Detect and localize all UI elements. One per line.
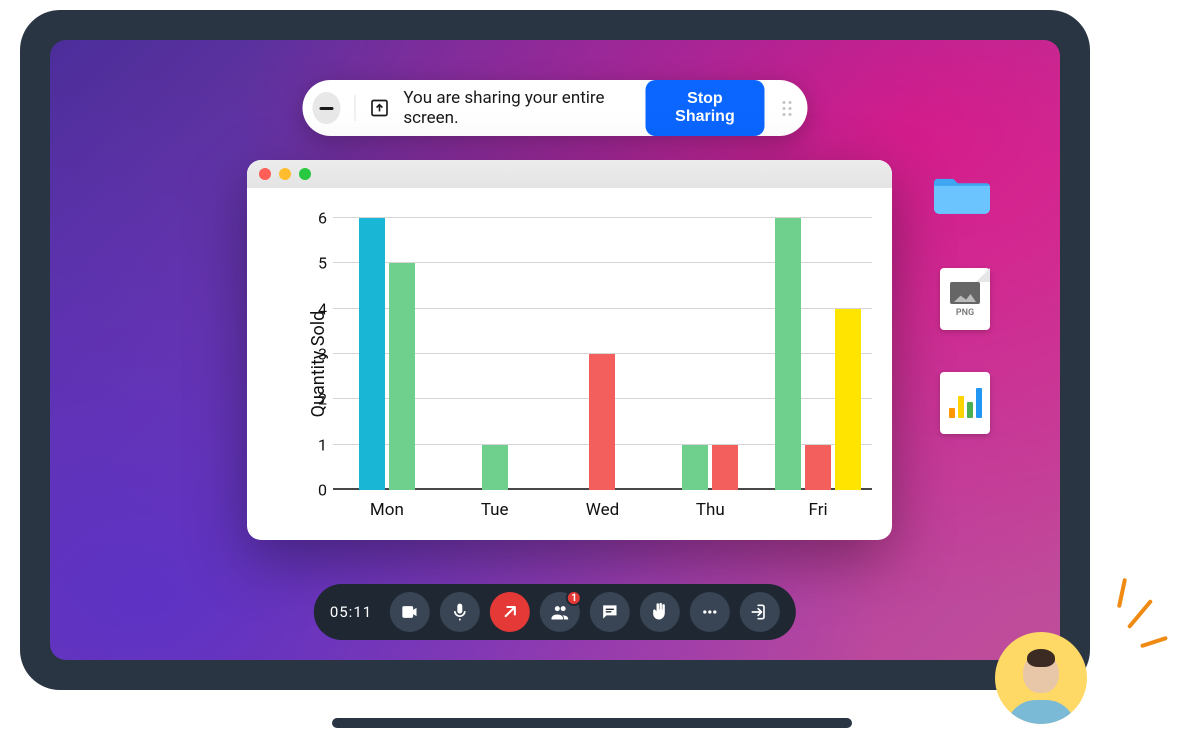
xtick-label: Tue bbox=[441, 500, 549, 524]
participants-badge: 1 bbox=[566, 590, 582, 606]
bar bbox=[389, 263, 415, 490]
ytick-label: 4 bbox=[311, 299, 327, 318]
xtick-label: Fri bbox=[764, 500, 872, 524]
bar-group bbox=[549, 218, 657, 490]
window-titlebar[interactable] bbox=[247, 160, 892, 188]
arrow-up-right-icon bbox=[500, 602, 520, 622]
bar-group bbox=[333, 218, 441, 490]
microphone-icon bbox=[450, 602, 470, 622]
more-horizontal-icon bbox=[700, 602, 720, 622]
more-button[interactable] bbox=[690, 592, 730, 632]
bar-group bbox=[656, 218, 764, 490]
xtick-label: Thu bbox=[656, 500, 764, 524]
share-screen-icon bbox=[369, 98, 389, 118]
window-maximize-icon[interactable] bbox=[299, 168, 311, 180]
meeting-timer: 05:11 bbox=[330, 603, 372, 621]
avatar[interactable] bbox=[995, 632, 1087, 724]
bar bbox=[359, 218, 385, 490]
desktop-screen: You are sharing your entire screen. Stop… bbox=[50, 40, 1060, 660]
device-frame: You are sharing your entire screen. Stop… bbox=[20, 10, 1090, 690]
home-indicator bbox=[332, 718, 852, 728]
bar bbox=[682, 445, 708, 490]
bar-group bbox=[441, 218, 549, 490]
bar bbox=[482, 445, 508, 490]
chat-icon bbox=[600, 602, 620, 622]
share-status-text: You are sharing your entire screen. bbox=[403, 88, 631, 128]
ytick-label: 1 bbox=[311, 435, 327, 454]
ytick-label: 0 bbox=[311, 481, 327, 500]
chart-window: Quantity Sold 0123456 MonTueWedThuFri bbox=[247, 160, 892, 540]
bar-chart-icon bbox=[949, 388, 982, 418]
stop-sharing-button[interactable]: Stop Sharing bbox=[645, 80, 764, 136]
bar-group bbox=[764, 218, 872, 490]
raise-hand-icon bbox=[650, 602, 670, 622]
minimize-button[interactable] bbox=[313, 92, 341, 124]
bar bbox=[589, 354, 615, 490]
screen-share-button[interactable] bbox=[490, 592, 530, 632]
xtick-label: Wed bbox=[549, 500, 657, 524]
camera-button[interactable] bbox=[390, 592, 430, 632]
chart-file-icon[interactable] bbox=[940, 372, 990, 434]
ytick-label: 5 bbox=[311, 254, 327, 273]
bar bbox=[775, 218, 801, 490]
window-minimize-icon[interactable] bbox=[279, 168, 291, 180]
bar bbox=[712, 445, 738, 490]
png-file-label: PNG bbox=[956, 308, 974, 318]
participants-button[interactable]: 1 bbox=[540, 592, 580, 632]
chat-button[interactable] bbox=[590, 592, 630, 632]
window-close-icon[interactable] bbox=[259, 168, 271, 180]
png-file-icon[interactable]: PNG bbox=[940, 268, 990, 330]
chart-plot-area: 0123456 bbox=[333, 218, 872, 490]
chart-xlabels: MonTueWedThuFri bbox=[333, 500, 872, 524]
image-thumb-icon bbox=[950, 282, 980, 304]
leave-icon bbox=[750, 602, 770, 622]
screen-share-bar: You are sharing your entire screen. Stop… bbox=[303, 80, 808, 136]
ytick-label: 3 bbox=[311, 345, 327, 364]
chart-body: Quantity Sold 0123456 MonTueWedThuFri bbox=[247, 188, 892, 540]
divider bbox=[355, 95, 356, 121]
people-icon bbox=[550, 602, 570, 622]
ytick-label: 6 bbox=[311, 209, 327, 228]
bar bbox=[835, 309, 861, 490]
drag-handle-icon[interactable] bbox=[783, 101, 792, 116]
xtick-label: Mon bbox=[333, 500, 441, 524]
ytick-label: 2 bbox=[311, 390, 327, 409]
bar bbox=[805, 445, 831, 490]
folder-icon[interactable] bbox=[934, 170, 990, 214]
camera-icon bbox=[400, 602, 420, 622]
raise-hand-button[interactable] bbox=[640, 592, 680, 632]
meeting-control-bar: 05:11 1 bbox=[314, 584, 796, 640]
leave-button[interactable] bbox=[740, 592, 780, 632]
microphone-button[interactable] bbox=[440, 592, 480, 632]
